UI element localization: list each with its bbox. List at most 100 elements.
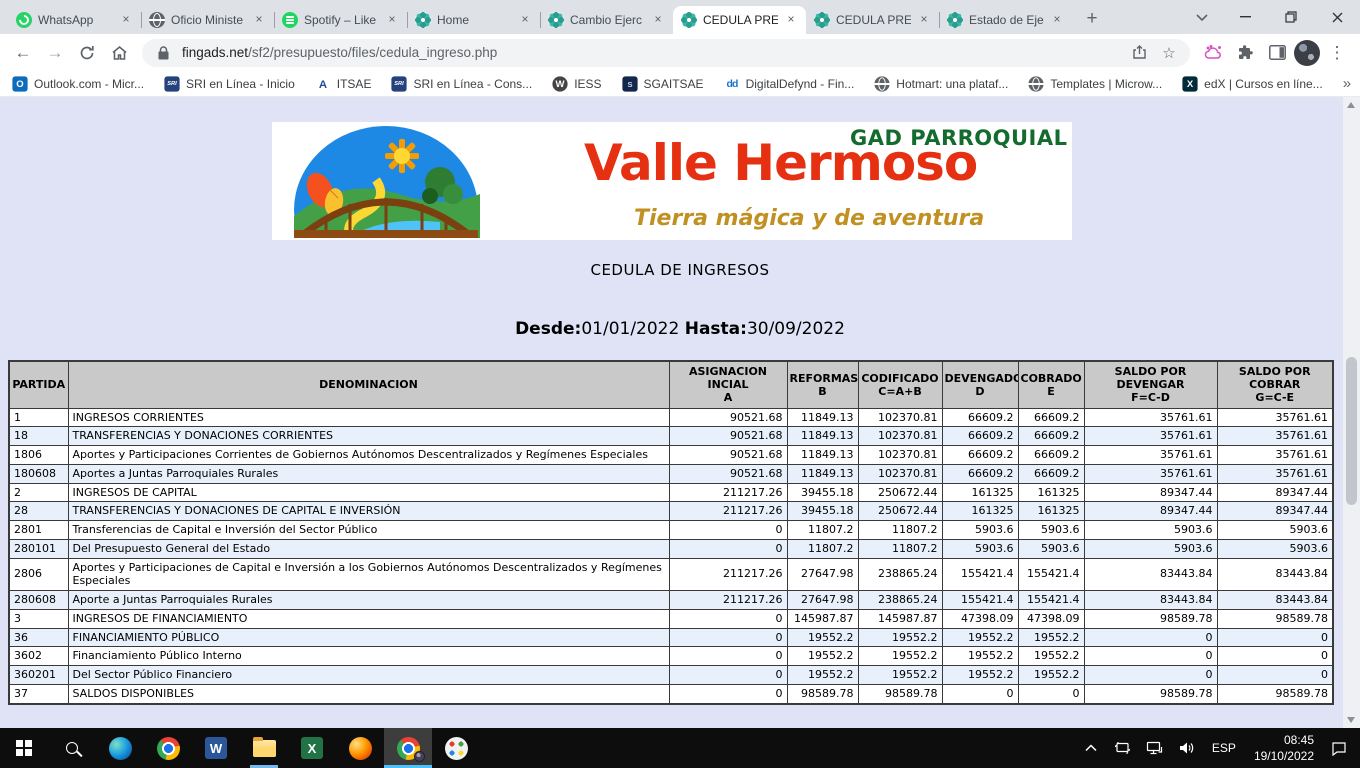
bookmark-item[interactable]: Hotmart: una plataf...	[874, 76, 1008, 92]
tab-close-icon[interactable]: ×	[784, 13, 798, 27]
date-from-label: Desde:	[515, 319, 581, 339]
browser-tab[interactable]: Oficio Ministe ×	[141, 6, 274, 34]
tab-close-icon[interactable]: ×	[518, 13, 532, 27]
browser-tab[interactable]: Cambio Ejerc×	[540, 6, 673, 34]
bookmark-item[interactable]: Templates | Microw...	[1028, 76, 1162, 92]
amount-cell: 238865.24	[858, 591, 942, 610]
new-tab-button[interactable]: +	[1078, 5, 1106, 33]
tab-close-icon[interactable]: ×	[651, 13, 665, 27]
scrollbar-thumb[interactable]	[1346, 357, 1357, 505]
amount-cell: 11807.2	[787, 539, 858, 558]
bookmark-label: edX | Cursos en líne...	[1204, 77, 1323, 91]
clock-time: 08:45	[1254, 732, 1314, 748]
taskbar-search-button[interactable]	[48, 728, 96, 768]
taskbar-word-button[interactable]: W	[192, 728, 240, 768]
column-header: REFORMAS B	[787, 361, 858, 408]
scroll-down-arrow-icon[interactable]	[1347, 717, 1355, 723]
bookmarks-overflow-chevron[interactable]: »	[1343, 75, 1351, 92]
bookmark-item[interactable]: edX | Cursos en líne...	[1182, 76, 1323, 92]
file-explorer-icon	[253, 740, 276, 757]
bookmark-item[interactable]: Outlook.com - Micr...	[12, 76, 144, 92]
bookmark-item[interactable]: ITSAE	[315, 76, 372, 92]
amount-cell: 47398.09	[942, 609, 1018, 628]
taskbar-explorer-button[interactable]	[240, 728, 288, 768]
tab-label: Oficio Ministe	[171, 13, 246, 27]
tab-close-icon[interactable]: ×	[1050, 13, 1064, 27]
amount-cell: 39455.18	[787, 483, 858, 502]
firefox-icon	[349, 737, 372, 760]
partida-cell: 280608	[9, 591, 68, 610]
home-button[interactable]	[104, 38, 134, 68]
tray-chevron-up-icon[interactable]	[1078, 728, 1104, 768]
tab-label: Home	[437, 13, 512, 27]
denominacion-cell: INGRESOS CORRIENTES	[68, 408, 669, 427]
language-indicator[interactable]: ESP	[1206, 741, 1242, 755]
browser-tab[interactable]: CEDULA PRES×	[673, 6, 806, 34]
extensions-puzzle-icon[interactable]	[1230, 38, 1260, 68]
browser-tab[interactable]: Spotify – Like×	[274, 6, 407, 34]
amount-cell: 102370.81	[858, 408, 942, 427]
amount-cell: 5903.6	[1217, 539, 1333, 558]
maximize-restore-button[interactable]	[1268, 0, 1314, 34]
amount-cell: 19552.2	[858, 647, 942, 666]
tab-search-chevron-icon[interactable]	[1182, 0, 1222, 34]
notification-center-icon[interactable]	[1326, 728, 1352, 768]
address-bar[interactable]: fingads.net/sf2/presupuesto/files/cedula…	[142, 39, 1190, 67]
outlook-favicon	[12, 76, 27, 91]
start-button[interactable]	[0, 728, 48, 768]
browser-menu-kebab-icon[interactable]: ⋮	[1322, 38, 1352, 68]
browser-tab[interactable]: WhatsApp×	[8, 6, 141, 34]
amount-cell: 47398.09	[1018, 609, 1084, 628]
browser-toolbar: ← → fingads.net/sf2/presupuesto/files/ce…	[0, 34, 1360, 71]
close-button[interactable]	[1314, 0, 1360, 34]
taskbar-chrome-profile-button[interactable]	[384, 728, 432, 768]
fingads-favicon	[947, 12, 963, 28]
share-icon[interactable]	[1128, 42, 1150, 64]
taskbar-paint-button[interactable]	[432, 728, 480, 768]
profile-avatar[interactable]	[1294, 40, 1320, 66]
bookmark-item[interactable]: DigitalDefynd - Fin...	[724, 76, 855, 92]
windows-logo-icon	[16, 740, 32, 756]
side-panel-icon[interactable]	[1262, 38, 1292, 68]
bookmark-item[interactable]: SGAITSAE	[622, 76, 704, 92]
partida-cell: 280101	[9, 539, 68, 558]
bookmark-item[interactable]: SRI en Línea - Cons...	[391, 76, 532, 92]
column-header: DENOMINACION	[68, 361, 669, 408]
taskbar-excel-button[interactable]: X	[288, 728, 336, 768]
browser-tab[interactable]: Estado de Eje×	[939, 6, 1072, 34]
tab-close-icon[interactable]: ×	[252, 13, 266, 27]
amount-cell: 155421.4	[1018, 591, 1084, 610]
extension-cloud-icon[interactable]	[1198, 38, 1228, 68]
bookmark-star-icon[interactable]: ☆	[1158, 42, 1180, 64]
url-text[interactable]: fingads.net/sf2/presupuesto/files/cedula…	[182, 45, 1120, 60]
scroll-up-arrow-icon[interactable]	[1347, 102, 1355, 108]
amount-cell: 211217.26	[669, 483, 787, 502]
taskbar-apps: W X	[0, 728, 480, 768]
amount-cell: 145987.87	[787, 609, 858, 628]
denominacion-cell: Transferencias de Capital e Inversión de…	[68, 521, 669, 540]
amount-cell: 90521.68	[669, 427, 787, 446]
tray-volume-icon[interactable]	[1174, 728, 1200, 768]
taskbar-clock[interactable]: 08:45 19/10/2022	[1248, 732, 1320, 764]
tab-close-icon[interactable]: ×	[385, 13, 399, 27]
amount-cell: 89347.44	[1084, 483, 1217, 502]
bookmark-item[interactable]: SRI en Línea - Inicio	[164, 76, 295, 92]
system-tray: ESP 08:45 19/10/2022	[1078, 728, 1360, 768]
tray-cast-icon[interactable]	[1110, 728, 1136, 768]
taskbar-edge-button[interactable]	[96, 728, 144, 768]
page-scrollbar[interactable]	[1343, 97, 1360, 728]
reload-button[interactable]	[72, 38, 102, 68]
forward-button[interactable]: →	[40, 38, 70, 68]
tab-close-icon[interactable]: ×	[917, 13, 931, 27]
browser-tab[interactable]: Home ×	[407, 6, 540, 34]
back-button[interactable]: ←	[8, 38, 38, 68]
taskbar-firefox-button[interactable]	[336, 728, 384, 768]
bookmark-item[interactable]: IESS	[552, 76, 601, 92]
date-to-value: 30/09/2022	[747, 319, 845, 339]
taskbar-chrome-button[interactable]	[144, 728, 192, 768]
tab-close-icon[interactable]: ×	[119, 13, 133, 27]
amount-cell: 90521.68	[669, 446, 787, 465]
browser-tab[interactable]: CEDULA PRES×	[806, 6, 939, 34]
tray-network-icon[interactable]	[1142, 728, 1168, 768]
minimize-button[interactable]	[1222, 0, 1268, 34]
